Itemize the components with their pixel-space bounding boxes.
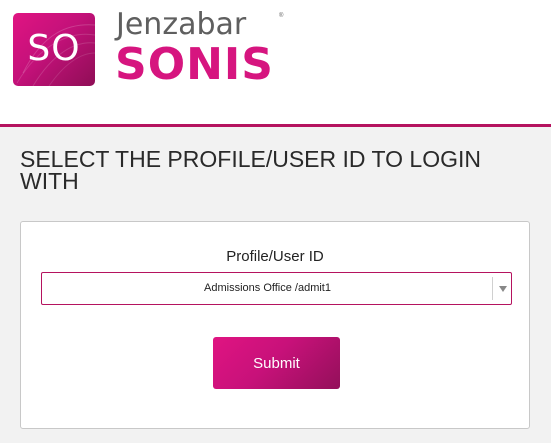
brand-name-sonis: SONIS xyxy=(115,39,274,90)
brand-name-jenzabar: Jenzabar xyxy=(116,7,247,42)
chevron-down-icon[interactable] xyxy=(499,286,507,292)
profile-selected-value: Admissions Office /admit1 xyxy=(204,282,331,294)
profile-select-card: Profile/User ID Admissions Office /admit… xyxy=(20,221,530,429)
profile-user-id-label: Profile/User ID xyxy=(226,248,324,265)
select-divider xyxy=(492,277,493,300)
page-title: SELECT THE PROFILE/USER ID TO LOGIN WITH xyxy=(20,146,481,194)
header: SO Jenzabar ® SONIS xyxy=(0,0,551,124)
sonis-logo-mark: SO xyxy=(13,13,95,86)
submit-button[interactable]: Submit xyxy=(213,337,340,389)
registered-mark: ® xyxy=(279,13,284,19)
profile-user-id-select[interactable]: Admissions Office /admit1 xyxy=(41,272,512,305)
header-divider xyxy=(0,124,551,127)
logo-mark-text: SO xyxy=(27,28,81,69)
